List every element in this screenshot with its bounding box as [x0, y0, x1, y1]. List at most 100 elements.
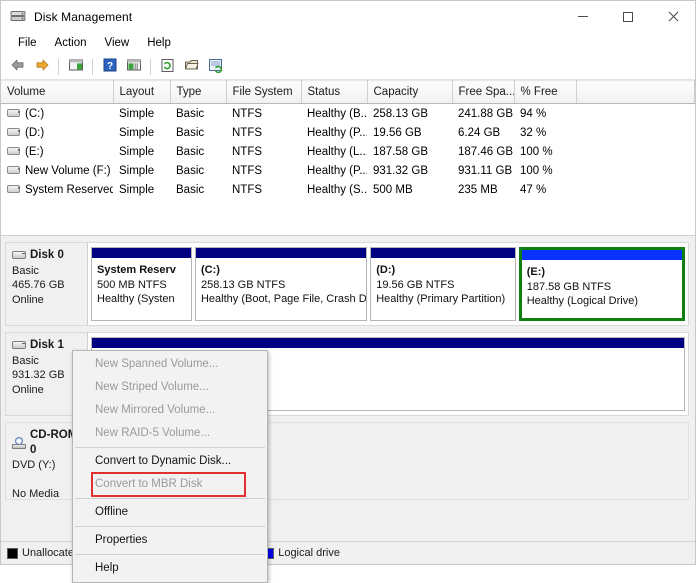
partition-d-drive[interactable]: (D:) 19.56 GB NTFS Healthy (Primary Part…: [370, 247, 516, 321]
cell-volume: System Reserved: [1, 180, 113, 199]
partition-text: (D:) 19.56 GB NTFS Healthy (Primary Part…: [371, 259, 515, 310]
disk-row-disk-0[interactable]: Disk 0 Basic 465.76 GB Online System Res…: [5, 242, 689, 326]
cell-filler: [576, 123, 695, 142]
cell-status: Healthy (B...: [307, 107, 367, 120]
cell-free-space: 6.24 GB: [458, 126, 501, 139]
menu-view[interactable]: View: [96, 35, 139, 52]
refresh-icon: [208, 58, 224, 76]
cell-capacity: 187.58 GB: [373, 145, 428, 158]
svg-text:?: ?: [106, 61, 112, 72]
help-button[interactable]: ?: [98, 56, 121, 78]
cell-percent-free: 100 %: [520, 164, 553, 177]
column-header-capacity[interactable]: Capacity: [367, 80, 453, 104]
cell-file-system: NTFS: [232, 145, 263, 158]
cell-layout: Simple: [119, 164, 155, 177]
properties-button[interactable]: [180, 56, 203, 78]
partition-status: Healthy (Primary Partition): [376, 293, 506, 305]
cell-free-space: 241.88 GB: [458, 107, 513, 120]
partition-capacity-bar: [92, 248, 191, 259]
partition-system-reserved[interactable]: System Reserv 500 MB NTFS Healthy (Syste…: [91, 247, 192, 321]
disk-info-disk-0[interactable]: Disk 0 Basic 465.76 GB Online: [6, 243, 88, 325]
show-hide-console-tree-button[interactable]: [64, 56, 87, 78]
ctx-properties[interactable]: Properties: [73, 529, 267, 552]
disk-context-menu: New Spanned Volume... New Striped Volume…: [72, 350, 268, 583]
volume-icon: [7, 108, 21, 119]
disk-0-partitions: System Reserv 500 MB NTFS Healthy (Syste…: [88, 243, 688, 325]
maximize-button[interactable]: [605, 1, 650, 32]
partition-size: 500 MB NTFS: [97, 278, 167, 291]
minimize-button[interactable]: [560, 1, 605, 32]
column-header-percent-free[interactable]: % Free: [514, 80, 577, 104]
disk-management-window: Disk Management File Action View Help ? …: [0, 0, 696, 583]
legend-unallocated-swatch: [7, 547, 18, 559]
table-row[interactable]: System Reserved Simple Basic NTFS Health…: [1, 180, 695, 199]
title-bar-left: Disk Management: [1, 9, 132, 24]
show-hide-action-pane-button[interactable]: [122, 56, 145, 78]
cell-percent-free: 47 %: [520, 183, 547, 196]
cell-filler: [576, 180, 695, 199]
partition-name: System Reserv: [97, 264, 176, 276]
toolbar-separator-1: [58, 58, 59, 75]
partition-name: (C:): [200, 264, 220, 276]
table-row[interactable]: (E:) Simple Basic NTFS Healthy (L... 187…: [1, 142, 695, 161]
legend-unallocated: Unallocated: [7, 547, 80, 559]
volume-label: (E:): [25, 145, 44, 158]
disk-0-state: Online: [12, 293, 44, 306]
rescan-disks-button[interactable]: [156, 56, 179, 78]
ctx-offline[interactable]: Offline: [73, 501, 267, 524]
cell-percent-free: 100 %: [520, 145, 553, 158]
volume-label: System Reserved: [25, 183, 113, 196]
partition-name: (E:): [526, 266, 546, 278]
ctx-help[interactable]: Help: [73, 557, 267, 580]
table-row[interactable]: (D:) Simple Basic NTFS Healthy (P... 19.…: [1, 123, 695, 142]
disk-management-icon: [10, 9, 27, 24]
ctx-separator-4: [75, 554, 265, 555]
cell-volume: (D:): [1, 123, 113, 142]
forward-button[interactable]: [30, 56, 53, 78]
show-hide-console-tree-icon: [68, 58, 84, 75]
column-header-status[interactable]: Status: [301, 80, 368, 104]
legend-logical-drive: Logical drive: [263, 547, 340, 559]
volume-list-pane: Volume Layout Type File System Status Ca…: [1, 80, 695, 236]
cell-type: Basic: [176, 126, 205, 139]
cell-layout: Simple: [119, 145, 155, 158]
cell-layout: Simple: [119, 183, 155, 196]
cell-volume: (E:): [1, 142, 113, 161]
column-header-type[interactable]: Type: [170, 80, 227, 104]
cell-status: Healthy (P...: [307, 164, 367, 177]
table-row[interactable]: (C:) Simple Basic NTFS Healthy (B... 258…: [1, 104, 695, 124]
ctx-new-striped-volume: New Striped Volume...: [95, 381, 209, 393]
menu-help[interactable]: Help: [138, 35, 180, 52]
table-row[interactable]: New Volume (F:) Simple Basic NTFS Health…: [1, 161, 695, 180]
help-icon: ?: [103, 58, 117, 75]
cell-status: Healthy (S...: [307, 183, 367, 196]
cell-capacity: 19.56 GB: [373, 126, 422, 139]
forward-icon: [34, 58, 50, 75]
partition-text: (E:) 187.58 GB NTFS Healthy (Logical Dri…: [522, 261, 682, 312]
disk-0-title-line: Disk 0: [12, 248, 83, 263]
cell-percent-free: 32 %: [520, 126, 547, 139]
back-button[interactable]: [6, 56, 29, 78]
cell-layout: Simple: [119, 126, 155, 139]
column-header-layout[interactable]: Layout: [113, 80, 171, 104]
column-header-volume[interactable]: Volume: [1, 80, 114, 104]
partition-size: 187.58 GB NTFS: [526, 280, 612, 293]
column-header-free-space[interactable]: Free Spa...: [452, 80, 515, 104]
refresh-button[interactable]: [204, 56, 227, 78]
column-header-file-system[interactable]: File System: [226, 80, 302, 104]
ctx-separator-2: [75, 498, 265, 499]
ctx-convert-to-dynamic-disk[interactable]: Convert to Dynamic Disk...: [73, 450, 267, 473]
partition-c-drive[interactable]: (C:) 258.13 GB NTFS Healthy (Boot, Page …: [194, 247, 368, 321]
partition-name: (D:): [376, 264, 396, 276]
volume-label: (D:): [25, 126, 45, 139]
close-button[interactable]: [650, 1, 695, 32]
cell-layout: Simple: [119, 107, 155, 120]
volume-list-body: (C:) Simple Basic NTFS Healthy (B... 258…: [1, 104, 695, 200]
partition-capacity-bar: [521, 250, 682, 261]
menu-action[interactable]: Action: [46, 35, 96, 52]
cell-filler: [576, 104, 695, 124]
partition-e-drive[interactable]: (E:) 187.58 GB NTFS Healthy (Logical Dri…: [518, 247, 685, 321]
partition-capacity-bar: [371, 248, 515, 259]
cell-type: Basic: [176, 164, 205, 177]
menu-file[interactable]: File: [9, 35, 46, 52]
